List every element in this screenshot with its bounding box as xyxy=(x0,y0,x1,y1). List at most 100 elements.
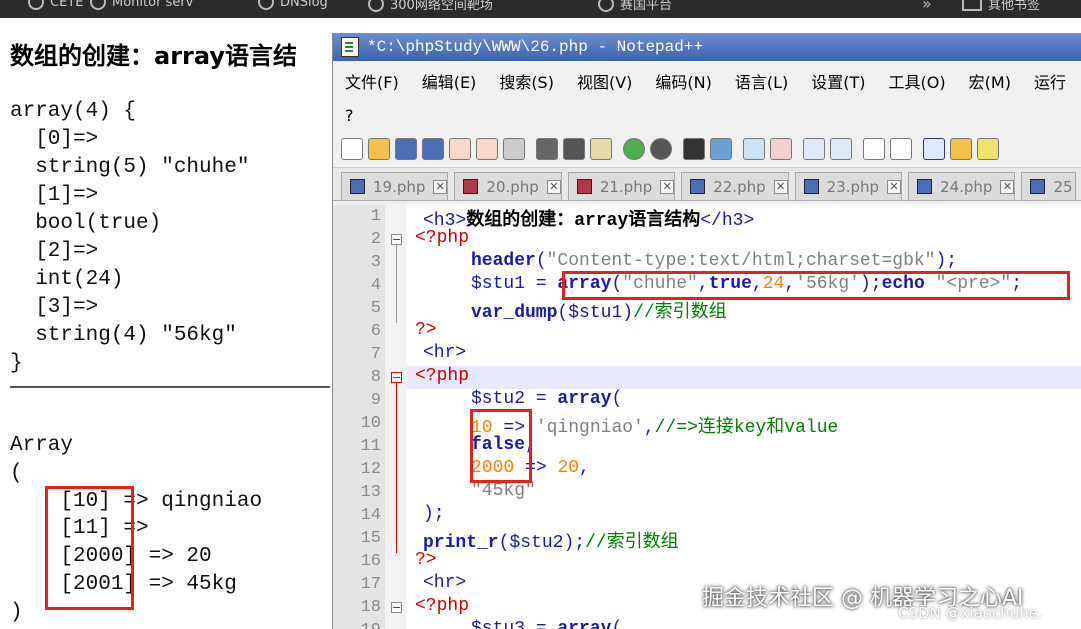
copy-icon[interactable] xyxy=(563,138,585,160)
close-icon[interactable] xyxy=(449,138,471,160)
output-line: int(24) xyxy=(10,268,124,291)
tab-label: 25 xyxy=(1053,177,1073,196)
code-editor[interactable]: 1 2 3 4 5 6 7 8 9 10 11 12 13 14 15 16 1… xyxy=(333,205,1081,629)
tab-close-icon[interactable]: ✕ xyxy=(773,179,788,194)
line-number: 7 xyxy=(370,345,381,364)
line-number: 17 xyxy=(360,575,381,594)
find-icon[interactable] xyxy=(683,138,705,160)
sync-horizontal-icon[interactable] xyxy=(830,138,852,160)
tab-close-icon[interactable]: ✕ xyxy=(1000,179,1015,194)
notepadpp-window: *C:\phpStudy\WWW\26.php - Notepad++ 文件(F… xyxy=(332,33,1081,629)
code-line: ); xyxy=(423,504,445,524)
undo-icon[interactable] xyxy=(623,138,645,160)
bookmark-item[interactable]: DNSlog xyxy=(258,0,328,10)
menu-edit[interactable]: 编辑(E) xyxy=(422,69,477,93)
highlight-box xyxy=(562,271,1070,300)
output-line: } xyxy=(10,352,23,375)
line-number-gutter: 1 2 3 4 5 6 7 8 9 10 11 12 13 14 15 16 1… xyxy=(333,205,386,629)
output-line: string(4) "56kg" xyxy=(10,324,237,347)
save-all-icon[interactable] xyxy=(422,138,444,160)
tab-22-php[interactable]: 22.php ✕ xyxy=(681,172,789,200)
cut-icon[interactable] xyxy=(536,138,558,160)
bookmark-item[interactable]: 赛国平台 xyxy=(598,0,672,13)
word-wrap-icon[interactable] xyxy=(863,138,885,160)
tab-20-php[interactable]: 20.php ✕ xyxy=(454,172,562,200)
globe-icon xyxy=(598,0,614,12)
other-bookmarks-folder[interactable]: 其他书签 xyxy=(962,0,1040,13)
tab-close-icon[interactable]: ✕ xyxy=(433,179,448,194)
folder-label: 其他书签 xyxy=(988,0,1041,13)
saved-file-icon xyxy=(690,179,706,194)
title-bar[interactable]: *C:\phpStudy\WWW\26.php - Notepad++ xyxy=(333,33,1081,61)
udl-icon[interactable] xyxy=(950,138,972,160)
menu-encoding[interactable]: 编码(N) xyxy=(655,69,711,93)
file-tabs: 19.php ✕ 20.php ✕ 21.php ✕ 22.php ✕ 23.php ✕ … xyxy=(333,168,1081,201)
fold-toggle-icon[interactable]: − xyxy=(391,602,402,613)
close-all-icon[interactable] xyxy=(476,138,498,160)
tab-close-icon[interactable]: ✕ xyxy=(887,179,902,194)
bookmarks-bar: CETE Monitor serv DNSlog 300网络空间靶场 赛国平台 … xyxy=(0,0,1081,18)
saved-file-icon xyxy=(1030,179,1046,194)
output-line: array(4) { xyxy=(10,100,137,123)
tab-19-php[interactable]: 19.php ✕ xyxy=(341,172,449,200)
new-file-icon[interactable] xyxy=(341,138,363,160)
tab-label: 23.php xyxy=(826,177,880,196)
show-all-chars-icon[interactable] xyxy=(890,138,912,160)
bookmark-label: CETE xyxy=(50,0,84,10)
tab-25-php[interactable]: 25 xyxy=(1021,172,1076,200)
output-line: bool(true) xyxy=(10,212,162,235)
tab-label: 22.php xyxy=(713,177,766,196)
output-line: [1]=> xyxy=(10,184,99,207)
zoom-out-icon[interactable] xyxy=(770,138,792,160)
line-number: 12 xyxy=(360,460,381,479)
print-icon[interactable] xyxy=(503,138,525,160)
sync-vertical-icon[interactable] xyxy=(803,138,825,160)
open-file-icon[interactable] xyxy=(368,138,390,160)
bookmark-item[interactable]: 300网络空间靶场 xyxy=(368,0,493,13)
tab-close-icon[interactable]: ✕ xyxy=(546,179,561,194)
code-line: <?php xyxy=(415,596,470,616)
menu-run[interactable]: 运行 xyxy=(1034,69,1066,93)
code-line: "45kg" xyxy=(471,481,536,501)
unsaved-file-icon xyxy=(463,179,479,194)
paste-icon[interactable] xyxy=(590,138,612,160)
output-line: [2]=> xyxy=(10,240,99,263)
tab-24-php[interactable]: 24.php ✕ xyxy=(908,172,1016,200)
tab-21-php[interactable]: 21.php ✕ xyxy=(567,172,676,200)
bookmark-label: 赛国平台 xyxy=(620,0,673,13)
menu-settings[interactable]: 设置(T) xyxy=(811,69,865,93)
replace-icon[interactable] xyxy=(710,138,732,160)
folder-icon xyxy=(962,0,982,11)
save-icon[interactable] xyxy=(395,138,417,160)
redo-icon[interactable] xyxy=(650,138,672,160)
menu-macro[interactable]: 宏(M) xyxy=(969,69,1011,93)
indent-guide-icon[interactable] xyxy=(923,138,945,160)
bookmark-label: Monitor serv xyxy=(112,0,194,10)
menu-tools[interactable]: 工具(O) xyxy=(889,69,946,93)
saved-file-icon xyxy=(350,179,365,194)
fold-toggle-icon[interactable]: − xyxy=(391,372,402,383)
doc-map-icon[interactable] xyxy=(977,138,999,160)
bookmark-item[interactable]: CETE xyxy=(28,0,83,10)
fold-toggle-icon[interactable]: − xyxy=(391,234,402,245)
menu-help[interactable]: ? xyxy=(333,101,1081,131)
line-number: 8 xyxy=(370,368,381,387)
tab-23-php[interactable]: 23.php ✕ xyxy=(794,172,903,200)
unsaved-file-icon xyxy=(576,179,592,194)
saved-file-icon xyxy=(803,179,819,194)
menu-language[interactable]: 语言(L) xyxy=(735,69,788,93)
more-bookmarks-icon[interactable]: » xyxy=(922,0,932,13)
line-number: 11 xyxy=(360,437,381,456)
fold-line xyxy=(396,245,397,323)
code-line: $stu2 = array( xyxy=(471,389,623,409)
zoom-in-icon[interactable] xyxy=(743,138,765,160)
menu-search[interactable]: 搜索(S) xyxy=(499,69,554,93)
output-line: [0]=> xyxy=(10,128,99,151)
menu-view[interactable]: 视图(V) xyxy=(577,69,632,93)
csdn-watermark: CSDN @xiaochuhe. xyxy=(898,604,1043,622)
highlight-box xyxy=(45,486,134,610)
code-line: var_dump($stu1)//索引数组 xyxy=(471,303,727,323)
menu-file[interactable]: 文件(F) xyxy=(345,69,399,93)
bookmark-item[interactable]: Monitor serv xyxy=(90,0,193,10)
tab-close-icon[interactable]: ✕ xyxy=(660,179,675,194)
